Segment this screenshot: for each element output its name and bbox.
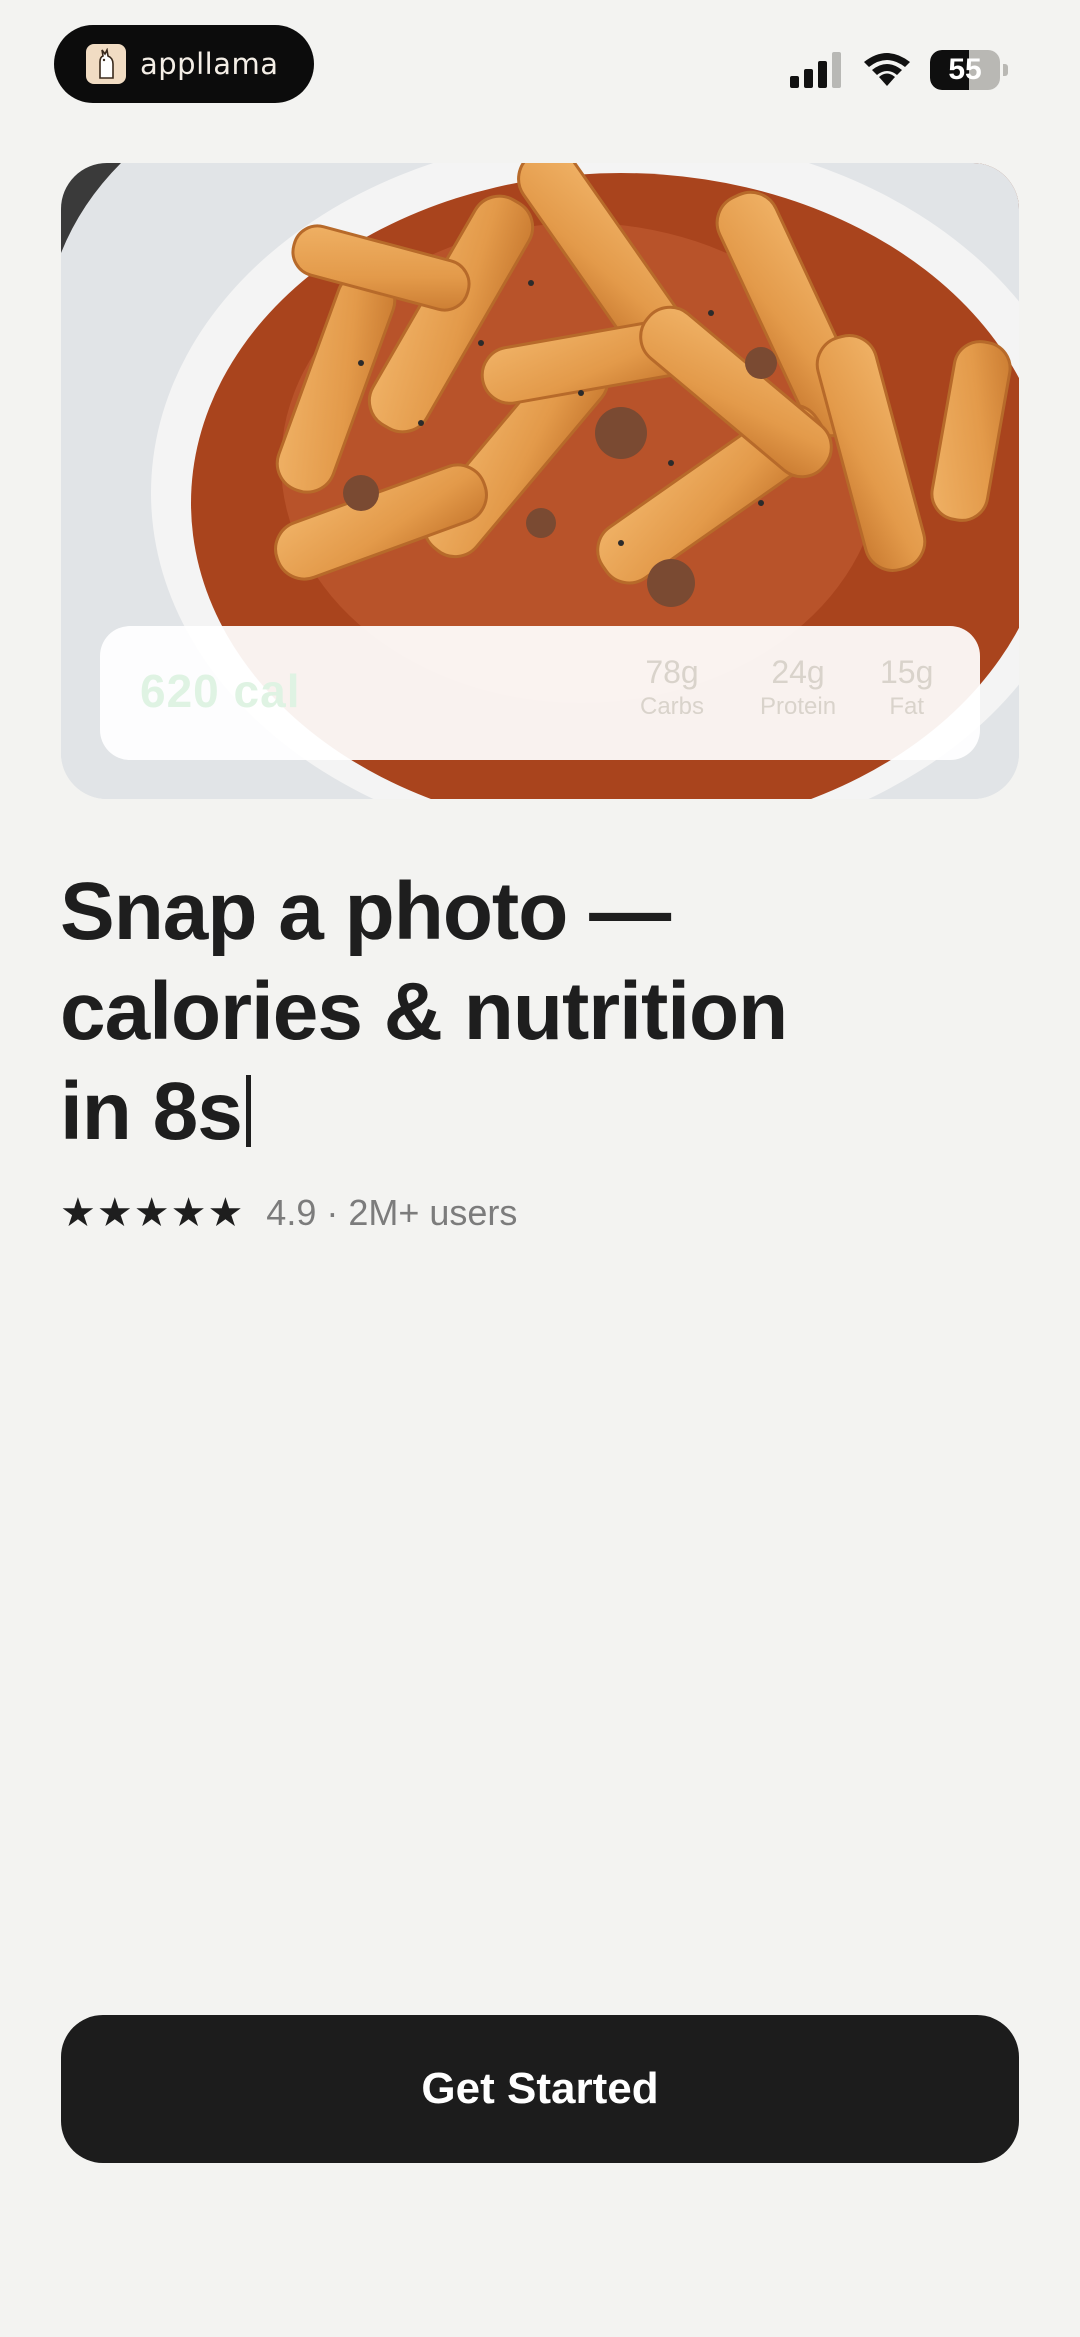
battery-icon: 55 <box>930 50 1010 90</box>
llama-logo-icon <box>86 44 126 84</box>
star-rating-icon: ★★★★★ <box>60 1191 245 1235</box>
headline-line-3: in 8s <box>60 1066 243 1157</box>
hero-food-image: 620 cal 78g Carbs 24g Protein 15g Fat <box>61 163 1019 799</box>
status-bar: appllama 55 <box>0 0 1080 130</box>
get-started-button[interactable]: Get Started <box>61 2015 1019 2163</box>
macro-fat-label: Fat <box>889 693 925 720</box>
headline-line-1: Snap a photo — <box>60 866 671 957</box>
brand-name: appllama <box>140 47 279 81</box>
wifi-icon <box>862 50 912 93</box>
macro-carbs: 78g Carbs <box>640 654 704 721</box>
text-cursor <box>245 1075 251 1147</box>
macro-protein-value: 24g <box>771 654 825 690</box>
macro-carbs-value: 78g <box>645 654 699 690</box>
headline-line-3-wrap: in 8s <box>60 1062 960 1162</box>
brand-pill: appllama <box>54 25 314 103</box>
macro-fat: 15g Fat <box>880 654 933 721</box>
headline-line-2: calories & nutrition <box>60 966 788 1057</box>
cellular-signal-icon <box>790 52 846 93</box>
headline: Snap a photo — calories & nutrition in 8… <box>60 862 960 1162</box>
macro-carbs-label: Carbs <box>640 693 705 720</box>
battery-percent: 55 <box>948 53 982 86</box>
rating-row: ★★★★★ 4.9 · 2M+ users <box>60 1190 517 1236</box>
macro-fat-value: 15g <box>880 654 934 690</box>
calorie-value: 620 cal <box>140 665 301 717</box>
rating-text: 4.9 · 2M+ users <box>266 1192 518 1233</box>
macro-protein-label: Protein <box>760 693 837 720</box>
macro-protein: 24g Protein <box>760 654 836 721</box>
nutrition-summary-card: 620 cal 78g Carbs 24g Protein 15g Fat <box>100 626 980 760</box>
